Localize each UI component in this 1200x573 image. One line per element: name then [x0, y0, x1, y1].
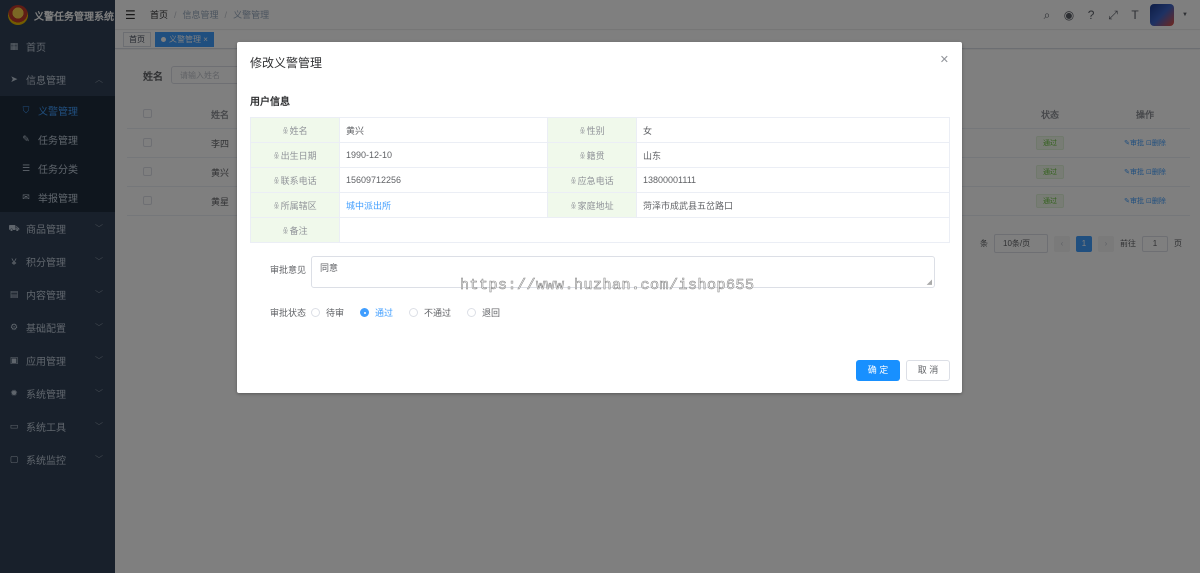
radio-label: 待审 — [326, 308, 345, 318]
app-root: 义警任务管理系统 ▦ 首页 ➤ 信息管理 ︿ ⛉ 义警管理 ✎ 任务管理 ☰ 任… — [0, 0, 1200, 573]
radio-label: 通过 — [375, 308, 394, 318]
radio-rejected[interactable]: 不通过 — [409, 306, 451, 319]
person-icon: ꆜ — [579, 151, 586, 161]
info-row: ꆜ姓名 黄兴 ꆜ性别 女 — [250, 117, 950, 143]
info-label-cell: ꆜ姓名 — [250, 117, 340, 143]
person-icon: ꆜ — [273, 176, 280, 186]
native-label: 籍贯 — [586, 150, 605, 161]
info-row: ꆜ备注 — [250, 217, 950, 243]
info-label-cell: ꆜ应急电话 — [547, 167, 637, 193]
person-icon: ꆜ — [273, 201, 280, 211]
info-label-cell: ꆜ籍贯 — [547, 142, 637, 168]
radio-label: 不通过 — [424, 308, 452, 318]
native-value: 山东 — [636, 142, 950, 168]
radio-circle-icon — [467, 308, 477, 317]
info-label-cell: ꆜ备注 — [250, 217, 340, 243]
radio-label: 退回 — [482, 308, 501, 318]
district-label: 所属辖区 — [280, 200, 317, 211]
status-form-row: 审批状态 待审 通过 不通过 退回 — [250, 306, 500, 319]
remark-label: 备注 — [289, 225, 308, 236]
emergency-value: 13800001111 — [636, 167, 950, 193]
opinion-text: 同意 — [320, 263, 339, 273]
status-label: 审批状态 — [269, 308, 306, 318]
district-link[interactable]: 城中派出所 — [339, 192, 548, 218]
edit-dialog: 修改义警管理 ✕ 用户信息 ꆜ姓名 黄兴 ꆜ性别 女 ꆜ出生日期 1990-12… — [237, 42, 962, 393]
status-radio-group: 待审 通过 不通过 退回 — [311, 306, 500, 319]
emergency-label: 应急电话 — [577, 175, 614, 186]
gender-value: 女 — [636, 117, 950, 143]
resize-grip-icon[interactable]: ◢ — [927, 278, 932, 286]
confirm-button[interactable]: 确 定 — [856, 360, 900, 381]
radio-pending[interactable]: 待审 — [311, 306, 344, 319]
user-info-table: ꆜ姓名 黄兴 ꆜ性别 女 ꆜ出生日期 1990-12-10 ꆜ籍贯 山东 ꆜ联系… — [250, 117, 950, 243]
info-row: ꆜ联系电话 15609712256 ꆜ应急电话 13800001111 — [250, 167, 950, 193]
radio-approved[interactable]: 通过 — [360, 306, 393, 319]
remark-value — [339, 217, 950, 243]
name-label: 姓名 — [289, 125, 308, 136]
name-value: 黄兴 — [339, 117, 548, 143]
info-row: ꆜ所属辖区 城中派出所 ꆜ家庭地址 菏泽市成武县五岔路口 — [250, 192, 950, 218]
birth-value: 1990-12-10 — [339, 142, 548, 168]
person-icon: ꆜ — [282, 226, 289, 236]
radio-checked-icon — [360, 308, 370, 317]
info-label-cell: ꆜ出生日期 — [250, 142, 340, 168]
person-icon: ꆜ — [570, 201, 577, 211]
opinion-label: 审批意见 — [269, 265, 306, 275]
info-label-cell: ꆜ家庭地址 — [547, 192, 637, 218]
person-icon: ꆜ — [273, 151, 280, 161]
radio-circle-icon — [311, 308, 320, 317]
radio-returned[interactable]: 退回 — [467, 306, 500, 319]
person-icon: ꆜ — [579, 126, 586, 136]
info-label-cell: ꆜ联系电话 — [250, 167, 340, 193]
info-label-cell: ꆜ所属辖区 — [250, 192, 340, 218]
dialog-title: 修改义警管理 — [250, 56, 323, 70]
radio-circle-icon — [409, 308, 419, 317]
gender-label: 性别 — [586, 125, 605, 136]
person-icon: ꆜ — [570, 176, 577, 186]
phone-value: 15609712256 — [339, 167, 548, 193]
info-row: ꆜ出生日期 1990-12-10 ꆜ籍贯 山东 — [250, 142, 950, 168]
section-title: 用户信息 — [250, 97, 290, 108]
person-icon: ꆜ — [282, 126, 289, 136]
birth-label: 出生日期 — [280, 150, 317, 161]
address-value: 菏泽市成武县五岔路口 — [636, 192, 950, 218]
cancel-button[interactable]: 取 消 — [906, 360, 950, 381]
address-label: 家庭地址 — [577, 200, 614, 211]
phone-label: 联系电话 — [280, 175, 317, 186]
info-label-cell: ꆜ性别 — [547, 117, 637, 143]
close-icon[interactable]: ✕ — [940, 53, 949, 66]
watermark-text: https://www.huzhan.com/ishop655 — [460, 277, 755, 295]
